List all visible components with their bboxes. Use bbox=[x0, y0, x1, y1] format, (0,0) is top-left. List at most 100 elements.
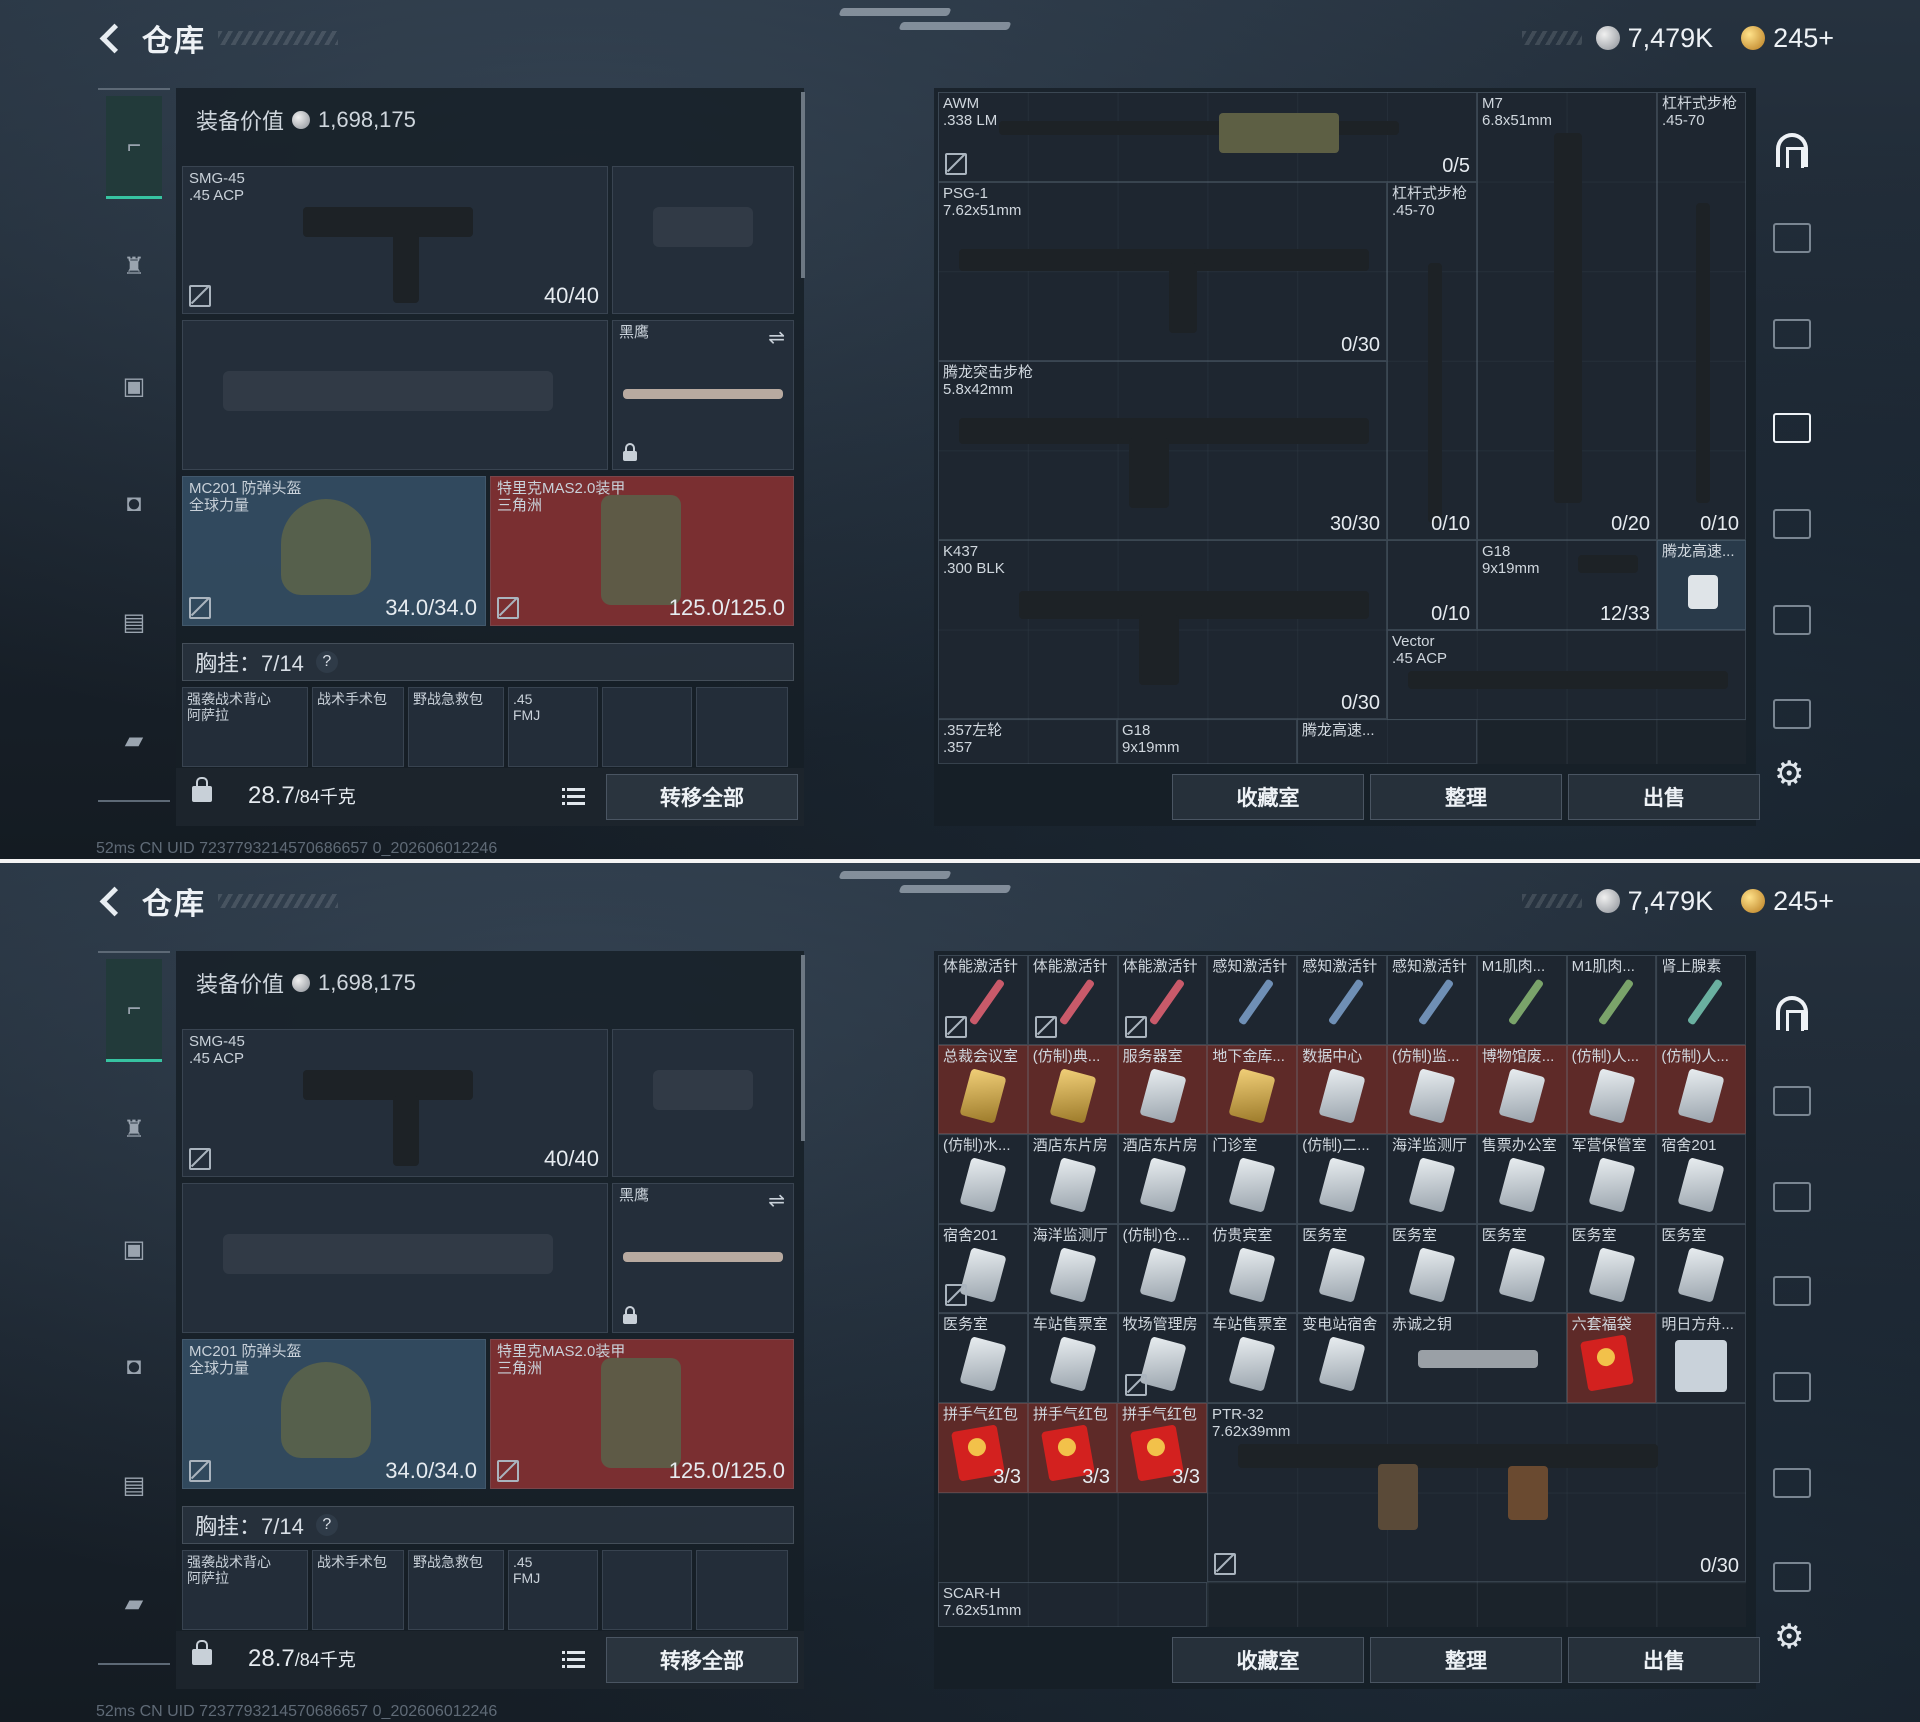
grid-item-syringe[interactable]: M1肌肉... bbox=[1566, 955, 1657, 1045]
nav-container-icon[interactable]: ▤ bbox=[106, 1457, 162, 1513]
grid-item-syringe[interactable]: 体能激活针 bbox=[938, 955, 1028, 1045]
nav-armor-icon[interactable]: ♜ bbox=[106, 1101, 162, 1157]
helmet-slot[interactable]: MC201 防弹头盔 全球力量 34.0/34.0 bbox=[182, 1339, 486, 1489]
nav-backpack-icon[interactable]: ◘ bbox=[106, 476, 162, 532]
grid-item-syringe[interactable]: 感知激活针 bbox=[1297, 955, 1387, 1045]
grid-item-keycard[interactable]: (仿制)人... bbox=[1566, 1044, 1657, 1135]
grid-item-keycard[interactable]: 医务室 bbox=[1656, 1223, 1746, 1314]
grid-item-keycard[interactable]: 总裁会议室 bbox=[938, 1044, 1028, 1135]
primary-weapon-slot[interactable]: SMG-45 .45 ACP 40/40 bbox=[182, 166, 608, 314]
grid-item-keycard[interactable]: 医务室 bbox=[1297, 1223, 1387, 1314]
equipment-scrollbar[interactable] bbox=[801, 92, 805, 278]
grid-item-weapon[interactable]: PTR-32 7.62x39mm 0/30 bbox=[1207, 1403, 1746, 1582]
grid-item-keycard[interactable]: 变电站宿舍 bbox=[1297, 1313, 1387, 1403]
gear-icon[interactable] bbox=[1774, 1617, 1806, 1657]
chest-slot-empty[interactable] bbox=[696, 1550, 788, 1630]
grid-item-redpack[interactable]: 拼手气红包 3/3 bbox=[1117, 1403, 1207, 1493]
tab-storage-2[interactable] bbox=[1766, 308, 1818, 360]
grid-item-weapon[interactable]: K437 .300 BLK 0/30 bbox=[938, 540, 1387, 719]
nav-armor-icon[interactable]: ♜ bbox=[106, 238, 162, 294]
grid-item-weapon[interactable]: AWM .338 LM 0/5 bbox=[938, 92, 1477, 182]
helmet-slot[interactable]: MC201 防弹头盔 全球力量 34.0/34.0 bbox=[182, 476, 486, 626]
grid-item-weapon[interactable]: SCAR-H 7.62x51mm bbox=[938, 1582, 1207, 1627]
grid-item-keycard[interactable]: (仿制)仓... bbox=[1117, 1223, 1208, 1314]
back-arrow-icon[interactable] bbox=[96, 885, 128, 917]
sort-button[interactable]: 整理 bbox=[1370, 1637, 1562, 1683]
melee-slot[interactable]: 黑鹰 ⇌ bbox=[612, 1183, 794, 1333]
nav-vest-icon[interactable]: ▣ bbox=[106, 358, 162, 414]
sell-button[interactable]: 出售 bbox=[1568, 774, 1760, 820]
grid-item-keycard[interactable]: 海洋监测厅 bbox=[1027, 1223, 1118, 1314]
chest-slot-empty[interactable] bbox=[602, 1550, 692, 1630]
tab-storage-4[interactable] bbox=[1766, 498, 1818, 550]
chest-item[interactable]: 强袭战术背心 阿萨拉 bbox=[182, 1550, 308, 1630]
help-icon[interactable]: ? bbox=[315, 651, 338, 673]
grid-item-syringe[interactable]: M1肌肉... bbox=[1476, 955, 1567, 1045]
grid-item-keycard[interactable]: 医务室 bbox=[938, 1313, 1028, 1403]
equipment-scrollbar[interactable] bbox=[801, 955, 805, 1141]
grid-item-collectible[interactable]: 明日方舟... bbox=[1656, 1313, 1746, 1403]
list-icon[interactable] bbox=[562, 1647, 588, 1673]
grid-item-weapon[interactable]: G18 9x19mm bbox=[1117, 719, 1297, 764]
grid-item-redpack[interactable]: 拼手气红包 3/3 bbox=[938, 1403, 1028, 1493]
grid-item-keycard[interactable]: 数据中心 bbox=[1297, 1044, 1387, 1135]
grid-item-syringe[interactable]: 感知激活针 bbox=[1387, 955, 1477, 1045]
chest-item[interactable]: 战术手术包 bbox=[312, 687, 404, 767]
grid-item-keycard[interactable]: 宿舍201 bbox=[1656, 1134, 1746, 1224]
grid-item-keycard[interactable]: 酒店东片房 bbox=[1117, 1134, 1208, 1224]
collection-room-button[interactable]: 收藏室 bbox=[1172, 1637, 1364, 1683]
grid-item-keycard[interactable]: 博物馆废... bbox=[1476, 1044, 1567, 1135]
grid-item-keycard[interactable]: 车站售票室 bbox=[1207, 1313, 1298, 1403]
tab-storage-5[interactable] bbox=[1766, 594, 1818, 646]
grid-item-keycard[interactable]: 医务室 bbox=[1476, 1223, 1567, 1314]
grid-item-keycard[interactable]: 军营保管室 bbox=[1566, 1134, 1657, 1224]
transfer-all-button[interactable]: 转移全部 bbox=[606, 1637, 798, 1683]
chest-item[interactable]: .45 FMJ bbox=[508, 1550, 598, 1630]
chest-item[interactable]: 战术手术包 bbox=[312, 1550, 404, 1630]
grid-item-keycard[interactable]: (仿制)典... bbox=[1027, 1044, 1118, 1135]
lock-icon[interactable] bbox=[192, 1640, 212, 1665]
grid-item-syringe[interactable]: 体能激活针 bbox=[1027, 955, 1118, 1045]
chest-item[interactable]: 野战急救包 bbox=[408, 687, 504, 767]
tab-storage-1[interactable] bbox=[1766, 212, 1818, 264]
grid-item-weapon[interactable]: G18 9x19mm 12/33 bbox=[1477, 540, 1657, 630]
tab-storage-3[interactable] bbox=[1766, 402, 1818, 454]
tab-all[interactable] bbox=[1766, 987, 1818, 1039]
nav-container-icon[interactable]: ▤ bbox=[106, 594, 162, 650]
chest-item[interactable]: .45 FMJ bbox=[508, 687, 598, 767]
grid-item-keycard[interactable]: 地下金库... bbox=[1207, 1044, 1298, 1135]
grid-item-weapon[interactable]: .357左轮 .357 bbox=[938, 719, 1117, 764]
grid-item-keycard[interactable]: (仿制)二... bbox=[1297, 1134, 1387, 1224]
grid-item-weapon[interactable]: 杠杆式步枪 .45-70 0/10 bbox=[1387, 182, 1477, 540]
sort-button[interactable]: 整理 bbox=[1370, 774, 1562, 820]
transfer-all-button[interactable]: 转移全部 bbox=[606, 774, 798, 820]
swap-icon[interactable]: ⇌ bbox=[768, 1188, 785, 1213]
grid-item-weapon[interactable]: 杠杆式步枪 .45-70 0/10 bbox=[1657, 92, 1746, 540]
chest-slot-empty[interactable] bbox=[602, 687, 692, 767]
grid-item-keycard[interactable]: (仿制)水... bbox=[938, 1134, 1028, 1224]
grid-item-keycard[interactable]: 车站售票室 bbox=[1027, 1313, 1118, 1403]
tab-storage-3[interactable] bbox=[1766, 1265, 1818, 1317]
grid-item-keycard[interactable]: 仿贵宾室 bbox=[1207, 1223, 1298, 1314]
grid-item-keycard[interactable]: (仿制)人... bbox=[1656, 1044, 1746, 1135]
pistol-slot-empty[interactable] bbox=[612, 166, 794, 314]
tab-all[interactable] bbox=[1766, 124, 1818, 176]
grid-item-weapon[interactable]: Vector .45 ACP bbox=[1387, 630, 1746, 720]
grid-item-weapon[interactable]: 腾龙突击步枪 5.8x42mm 30/30 bbox=[938, 361, 1387, 540]
grid-item-syringe[interactable]: 肾上腺素 bbox=[1656, 955, 1746, 1045]
nav-vest-icon[interactable]: ▣ bbox=[106, 1221, 162, 1277]
grid-item-keycard[interactable]: (仿制)监... bbox=[1387, 1044, 1477, 1135]
armor-slot[interactable]: 特里克MAS2.0装甲 三角洲 125.0/125.0 bbox=[490, 1339, 794, 1489]
grid-item-weapon[interactable]: 腾龙高速... bbox=[1297, 719, 1477, 764]
back-arrow-icon[interactable] bbox=[96, 22, 128, 54]
swap-icon[interactable]: ⇌ bbox=[768, 325, 785, 350]
tab-storage-2[interactable] bbox=[1766, 1171, 1818, 1223]
grid-item-weapon[interactable]: PSG-1 7.62x51mm 0/30 bbox=[938, 182, 1387, 361]
nav-weapon-icon[interactable]: ⌐ bbox=[106, 96, 162, 199]
nav-weapon-icon[interactable]: ⌐ bbox=[106, 959, 162, 1062]
grid-item-keycard[interactable]: 服务器室 bbox=[1117, 1044, 1208, 1135]
nav-case-icon[interactable]: ▰ bbox=[106, 1575, 162, 1631]
grid-item-keycard[interactable]: 售票办公室 bbox=[1476, 1134, 1567, 1224]
grid-item-keycard[interactable]: 医务室 bbox=[1387, 1223, 1477, 1314]
secondary-weapon-slot-empty[interactable] bbox=[182, 1183, 608, 1333]
